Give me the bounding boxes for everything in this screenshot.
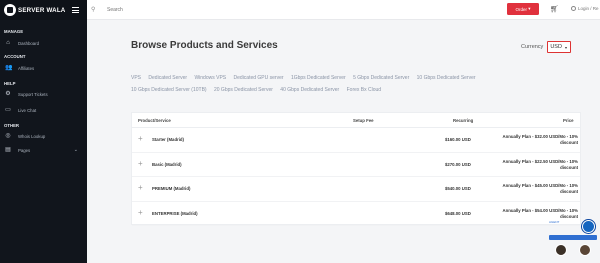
category-tab[interactable]: Dedicated Server [148, 75, 187, 81]
category-tabs: VPS Dedicated Server Windows VPS Dedicat… [131, 72, 531, 96]
expand-plus-icon[interactable]: + [138, 135, 143, 143]
category-tab[interactable]: 10 Gbps Dedicated Server (10TB) [131, 87, 207, 93]
currency-value: USD [550, 44, 562, 50]
cart-icon[interactable]: 🛒︎ [550, 5, 559, 13]
chevron-down-icon: ⌄ [73, 147, 78, 153]
category-tab[interactable]: Dedicated GPU server [234, 75, 284, 81]
search-icon: ⚲ [91, 7, 96, 13]
sidebar-item-dashboard[interactable]: ⌂ Dashboard [0, 38, 87, 48]
brand-logo-icon [4, 4, 16, 16]
brand[interactable]: SERVER WALA [0, 0, 87, 20]
sidebar-item-label: Pages [18, 147, 31, 153]
category-tab[interactable]: 20 Gbps Dedicated Server [214, 87, 273, 93]
chevron-down-icon: ▾ [564, 44, 567, 50]
expand-plus-icon[interactable]: + [138, 208, 143, 217]
sidebar: SERVER WALA MANAGE ⌂ Dashboard ACCOUNT 👥… [0, 0, 87, 263]
sidebar-item-label: Dashboard [18, 40, 40, 46]
recurring-price: $540.00 USD [445, 186, 471, 191]
product-name: ENTERPRISE (Madrid) [152, 210, 198, 216]
page-title: Browse Products and Services [131, 40, 278, 51]
order-button[interactable]: Order ▾ [507, 3, 539, 15]
sidebar-item-label: Affiliates [18, 65, 35, 71]
sidebar-section-account: ACCOUNT [4, 54, 26, 59]
chat-bar[interactable] [549, 235, 597, 240]
sidebar-item-pages[interactable]: ▤ Pages ⌄ [0, 145, 87, 155]
category-tab[interactable]: Forex Bx Cloud [347, 87, 381, 93]
header-recurring: Recurring [453, 117, 474, 123]
user-icon [571, 6, 576, 11]
header-product: Product/Service [138, 117, 171, 123]
category-tab[interactable]: VPS [131, 75, 141, 81]
table-row[interactable]: + Basic (Madrid) $270.00 USD Annually Pl… [132, 153, 580, 177]
product-name: PREMIUM (Madrid) [152, 186, 191, 191]
table-row[interactable]: + ENTERPRISE (Madrid) $648.00 USD Annual… [132, 202, 580, 226]
chat-bubble: AGENT [549, 220, 560, 224]
header-setup-fee: Setup Fee [353, 117, 374, 123]
product-name: Basic (Madrid) [152, 161, 182, 167]
sidebar-item-label: Live Chat [18, 107, 37, 113]
currency-selector: Currency USD ▾ [521, 41, 572, 53]
header-price: Price [563, 117, 574, 123]
table-header: Product/Service Setup Fee Recurring Pric… [132, 113, 580, 128]
category-tab[interactable]: Windows VPS [194, 75, 226, 81]
sidebar-section-other: OTHER [4, 123, 20, 128]
users-icon: 👥 [5, 65, 13, 71]
table-row[interactable]: + PREMIUM (Madrid) $540.00 USD Annually … [132, 177, 580, 202]
sidebar-item-support-tickets[interactable]: ⚙ Support Tickets [0, 89, 87, 99]
chat-icon: ▭ [5, 107, 11, 113]
pages-icon: ▤ [5, 147, 11, 153]
currency-select[interactable]: USD ▾ [547, 41, 572, 53]
avatar [555, 244, 567, 256]
order-button-label: Order [515, 6, 527, 12]
category-tab[interactable]: 1Gbps Dedicated Server [291, 75, 346, 81]
sidebar-item-label: Whois Lookup [18, 133, 46, 139]
category-tab[interactable]: 40 Gbps Dedicated Server [280, 87, 339, 93]
expand-plus-icon[interactable]: + [138, 159, 143, 168]
sidebar-item-label: Support Tickets [18, 91, 48, 97]
product-name: Starter (Madrid) [152, 137, 184, 142]
recurring-price: $270.00 USD [445, 161, 471, 167]
sidebar-section-manage: MANAGE [4, 29, 24, 34]
currency-label: Currency [521, 44, 544, 50]
avatar [579, 244, 591, 256]
login-label: Login / Re [578, 6, 599, 11]
recurring-price: $648.00 USD [445, 210, 471, 216]
recurring-price: $160.00 USD [445, 137, 471, 142]
sidebar-item-affiliates[interactable]: 👥 Affiliates [0, 63, 87, 73]
table-row[interactable]: + Starter (Madrid) $160.00 USD Annually … [132, 128, 580, 153]
chat-widget[interactable]: AGENT [549, 217, 597, 259]
globe-icon: ◎ [5, 133, 11, 139]
products-table: Product/Service Setup Fee Recurring Pric… [131, 112, 581, 226]
sidebar-section-help: HELP [4, 81, 16, 86]
price-plan: Annually Plan - $32.00 USD/Mo - 10% disc… [502, 134, 578, 145]
price-plan: Annually Plan - $45.00 USD/Mo - 10% disc… [502, 183, 578, 194]
ticket-icon: ⚙ [5, 91, 11, 97]
home-icon: ⌂ [6, 40, 10, 46]
hamburger-menu-icon[interactable] [72, 7, 79, 13]
category-tab[interactable]: 5 Gbps Dedicated Server [353, 75, 409, 81]
chat-agent-avatar[interactable] [582, 220, 595, 233]
expand-plus-icon[interactable]: + [138, 184, 143, 192]
sidebar-item-live-chat[interactable]: ▭ Live Chat [0, 105, 87, 115]
category-tab[interactable]: 10 Gbps Dedicated Server [417, 75, 476, 81]
sidebar-item-whois-lookup[interactable]: ◎ Whois Lookup [0, 131, 87, 141]
price-plan: Annually Plan - $22.50 USD/Mo - 10% disc… [502, 158, 578, 170]
search-input[interactable] [107, 6, 307, 13]
brand-name: SERVER WALA [18, 6, 66, 14]
topbar: ⚲ Order ▾ 🛒︎ Login / Re [87, 0, 600, 20]
login-link[interactable]: Login / Re [571, 6, 599, 11]
